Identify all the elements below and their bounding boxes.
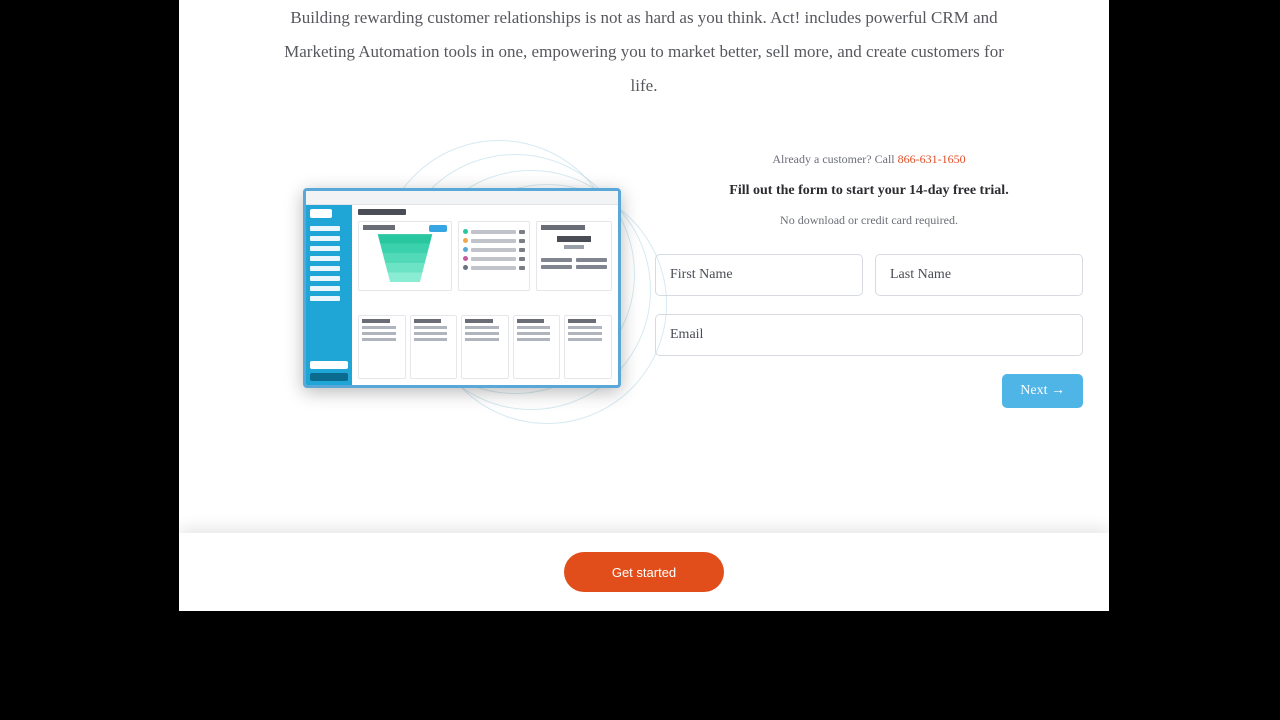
already-customer-text: Already a customer? Call 866-631-1650 <box>655 152 1083 167</box>
sticky-footer: Get started <box>179 533 1109 611</box>
hero-line-1: Building rewarding customer relationship… <box>253 4 1035 32</box>
support-phone-link[interactable]: 866-631-1650 <box>898 152 966 166</box>
page-viewport: Building rewarding customer relationship… <box>179 0 1109 611</box>
last-name-input[interactable] <box>875 254 1083 296</box>
hero-line-3: life. <box>253 72 1035 100</box>
funnel-chart-icon <box>374 234 436 282</box>
already-customer-prefix: Already a customer? Call <box>772 152 897 166</box>
get-started-button[interactable]: Get started <box>564 552 724 592</box>
hero-line-2: Marketing Automation tools in one, empow… <box>253 38 1035 66</box>
main-content: Already a customer? Call 866-631-1650 Fi… <box>179 148 1109 408</box>
stage-cards-row <box>358 315 612 379</box>
first-name-input[interactable] <box>655 254 863 296</box>
trial-heading: Fill out the form to start your 14-day f… <box>655 183 1083 199</box>
app-sidebar <box>306 205 352 385</box>
no-download-note: No download or credit card required. <box>655 213 1083 228</box>
email-input[interactable] <box>655 314 1083 356</box>
act-logo-icon <box>310 209 332 218</box>
product-illustration <box>205 148 635 408</box>
dashboard-screenshot <box>303 188 621 388</box>
next-button[interactable]: Next → <box>1002 374 1083 408</box>
filter-chip-icon <box>429 225 447 232</box>
hero-description: Building rewarding customer relationship… <box>179 4 1109 100</box>
signup-form: Already a customer? Call 866-631-1650 Fi… <box>655 148 1083 408</box>
app-topbar <box>306 191 618 205</box>
pipeline-panel <box>358 221 452 291</box>
stage-list-panel <box>458 221 530 291</box>
kpi-panel <box>536 221 612 291</box>
app-main-area <box>352 205 618 385</box>
